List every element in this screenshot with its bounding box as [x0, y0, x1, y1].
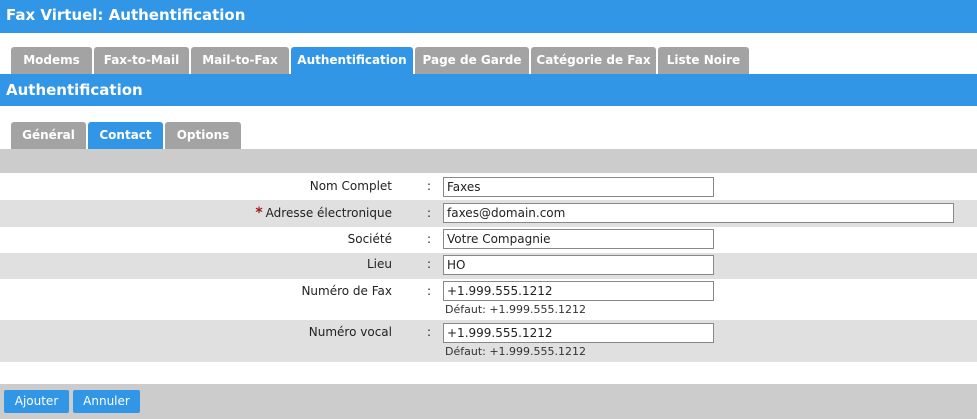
company-label: Société: [347, 232, 392, 246]
email-label: * Adresse électronique: [255, 205, 392, 221]
tab-modems[interactable]: Modems: [11, 47, 92, 74]
tab-authentification[interactable]: Authentification: [291, 47, 413, 74]
title-bar: Fax Virtuel: Authentification: [0, 0, 977, 33]
fax-number-default-hint: Défaut: +1.999.555.1212: [445, 303, 587, 316]
company-input[interactable]: [443, 229, 714, 249]
fax-number-input[interactable]: [443, 281, 714, 301]
form-row-full-name: Nom Complet :: [0, 173, 977, 200]
add-button[interactable]: Ajouter: [4, 390, 69, 413]
colon: :: [427, 284, 432, 298]
action-bar: Ajouter Annuler: [0, 384, 977, 419]
main-tabs: Modems Fax-to-Mail Mail-to-Fax Authentif…: [0, 47, 977, 74]
tab-liste-noire[interactable]: Liste Noire: [658, 47, 749, 74]
full-name-label: Nom Complet: [309, 179, 392, 193]
form-row-fax-number: Numéro de Fax : Défaut: +1.999.555.1212: [0, 279, 977, 320]
required-mark: *: [255, 205, 263, 221]
subtab-options[interactable]: Options: [165, 122, 241, 149]
tab-mail-to-fax[interactable]: Mail-to-Fax: [191, 47, 289, 74]
form-row-email: * Adresse électronique :: [0, 200, 977, 227]
form-row-voice-number: Numéro vocal : Défaut: +1.999.555.1212: [0, 320, 977, 362]
subtab-contact[interactable]: Contact: [88, 122, 163, 149]
form-row-company: Société :: [0, 227, 977, 253]
form-header-strip: [0, 149, 977, 173]
page-title: Fax Virtuel: Authentification: [6, 6, 246, 24]
tab-categorie-de-fax[interactable]: Catégorie de Fax: [531, 47, 656, 74]
colon: :: [427, 179, 432, 193]
fax-number-label: Numéro de Fax: [301, 284, 392, 298]
form-row-location: Lieu :: [0, 253, 977, 279]
voice-number-default-hint: Défaut: +1.999.555.1212: [445, 345, 587, 358]
location-input[interactable]: [443, 255, 714, 275]
sub-tabs: Général Contact Options: [0, 122, 977, 149]
tab-page-de-garde[interactable]: Page de Garde: [415, 47, 529, 74]
cancel-button[interactable]: Annuler: [73, 390, 140, 413]
colon: :: [427, 257, 432, 271]
colon: :: [427, 232, 432, 246]
email-input[interactable]: [443, 203, 954, 223]
section-title: Authentification: [6, 81, 143, 99]
email-label-text: Adresse électronique: [265, 206, 392, 220]
colon: :: [427, 206, 432, 220]
voice-number-input[interactable]: [443, 323, 714, 343]
location-label: Lieu: [366, 257, 392, 271]
tab-fax-to-mail[interactable]: Fax-to-Mail: [94, 47, 189, 74]
subtab-general[interactable]: Général: [11, 122, 86, 149]
form-spacer: [0, 362, 977, 384]
voice-number-label: Numéro vocal: [308, 325, 392, 339]
full-name-input[interactable]: [443, 177, 714, 197]
colon: :: [427, 325, 432, 339]
section-bar: Authentification: [0, 74, 977, 106]
